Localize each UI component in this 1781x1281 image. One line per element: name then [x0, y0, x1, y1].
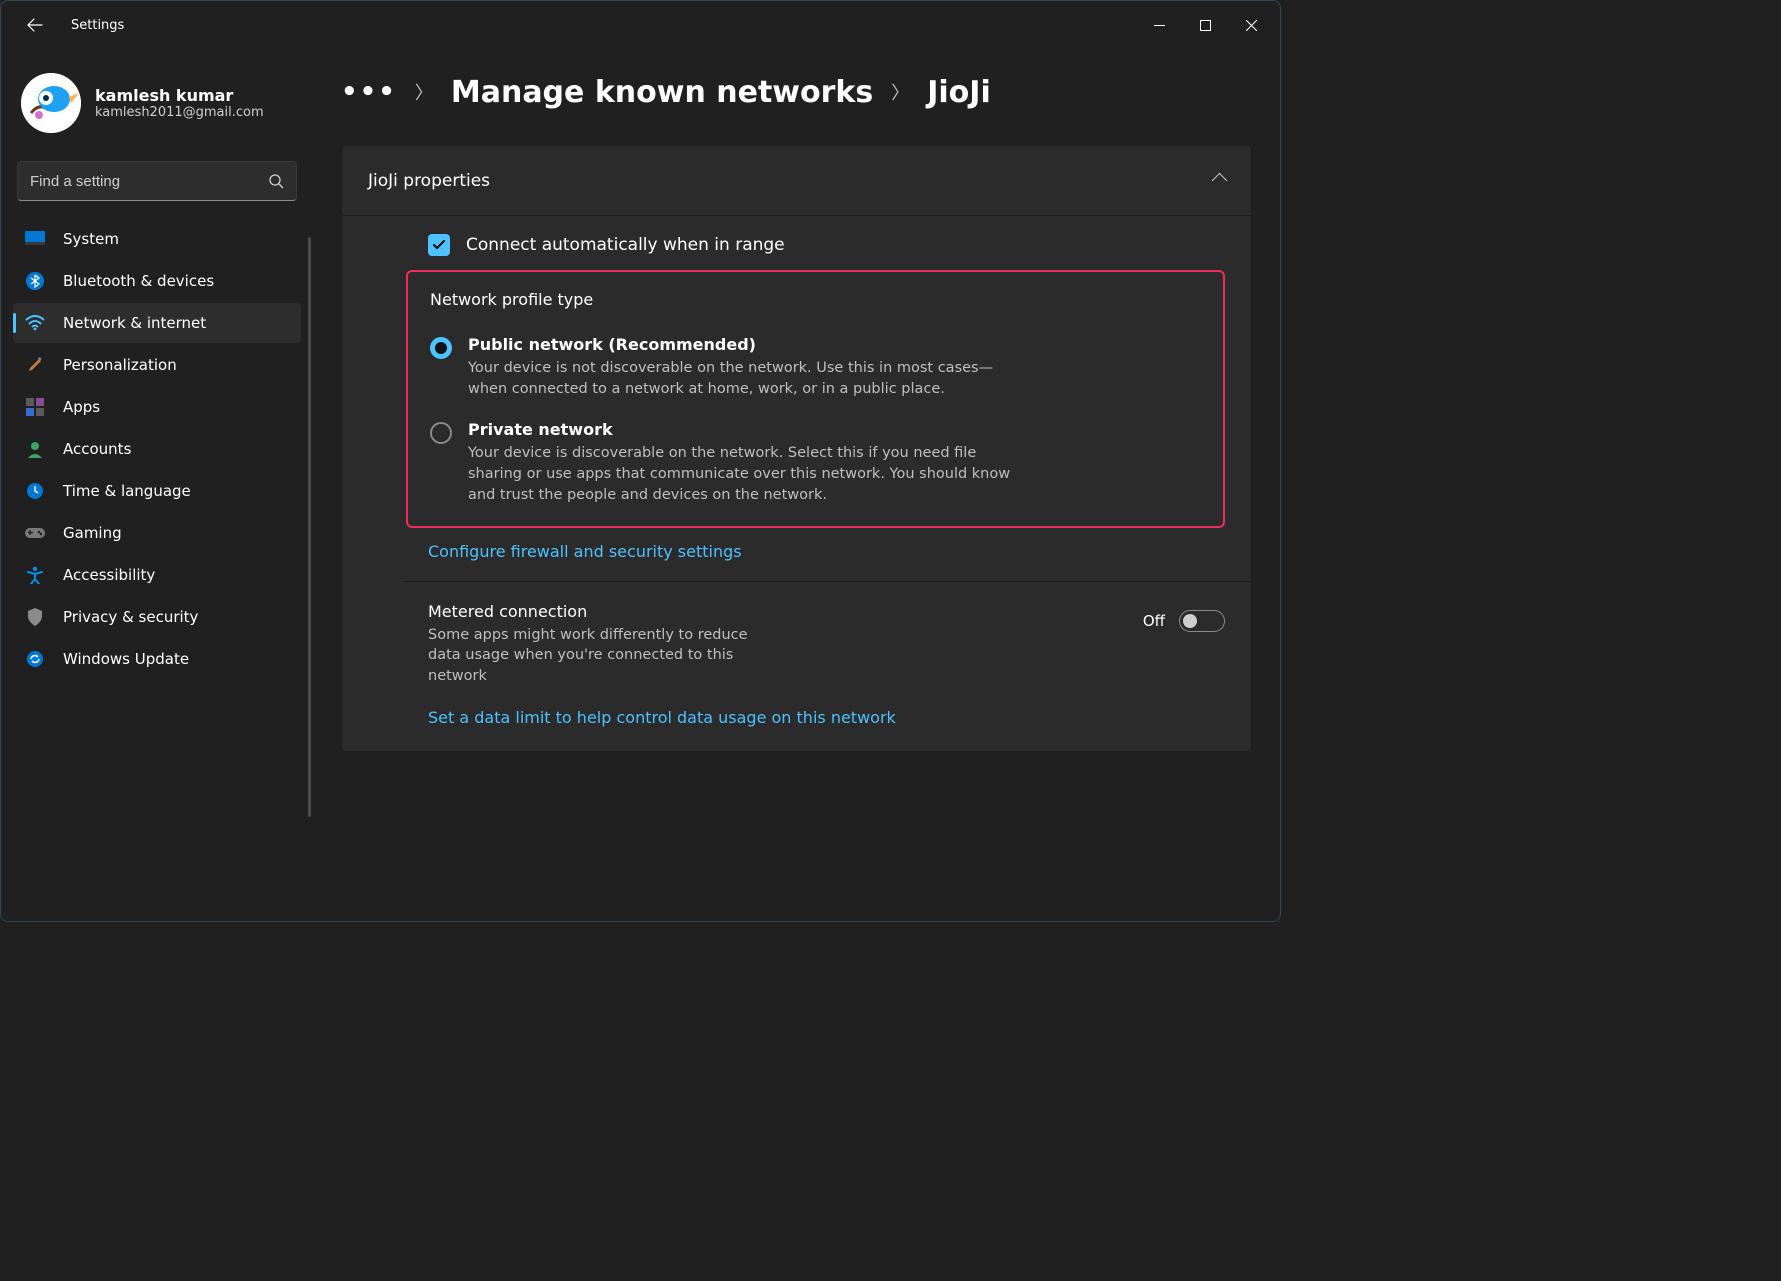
auto-connect-row[interactable]: Connect automatically when in range	[428, 234, 1225, 256]
search-box[interactable]	[17, 161, 297, 201]
close-icon	[1246, 20, 1257, 31]
nav-label: Time & language	[63, 482, 191, 500]
maximize-icon	[1200, 20, 1211, 31]
breadcrumb-more-button[interactable]: •••	[341, 77, 397, 107]
maximize-button[interactable]	[1182, 9, 1228, 41]
back-button[interactable]	[15, 5, 55, 45]
nav-label: Accounts	[63, 440, 131, 458]
public-network-label: Public network (Recommended)	[468, 335, 1028, 354]
nav-gaming[interactable]: Gaming	[13, 513, 301, 553]
check-icon	[432, 238, 446, 252]
nav-label: Privacy & security	[63, 608, 198, 626]
properties-card: JioJi properties Connect automatically w…	[341, 145, 1252, 752]
nav-label: Personalization	[63, 356, 177, 374]
public-network-radio[interactable]	[430, 337, 452, 359]
divider	[402, 581, 1251, 582]
arrow-left-icon	[27, 17, 43, 33]
nav-time-language[interactable]: Time & language	[13, 471, 301, 511]
metered-title: Metered connection	[428, 602, 748, 621]
apps-icon	[25, 397, 45, 417]
metered-row: Metered connection Some apps might work …	[428, 602, 1225, 686]
profile-name: kamlesh kumar	[95, 86, 264, 105]
nav-label: Network & internet	[63, 314, 206, 332]
nav-accounts[interactable]: Accounts	[13, 429, 301, 469]
shield-icon	[25, 607, 45, 627]
card-body: Connect automatically when in range Netw…	[342, 216, 1251, 751]
minimize-icon	[1154, 20, 1165, 31]
nav-label: Windows Update	[63, 650, 189, 668]
close-button[interactable]	[1228, 9, 1274, 41]
profile-block[interactable]: kamlesh kumar kamlesh2011@gmail.com	[13, 61, 301, 151]
app-title: Settings	[71, 18, 124, 33]
accessibility-icon	[25, 565, 45, 585]
update-icon	[25, 649, 45, 669]
network-profile-highlight: Network profile type Public network (Rec…	[406, 270, 1225, 528]
breadcrumb: ••• 〉 Manage known networks 〉 JioJi	[341, 57, 1252, 127]
public-network-option[interactable]: Public network (Recommended) Your device…	[430, 335, 1203, 400]
chevron-right-icon: 〉	[415, 79, 433, 105]
nav-label: Gaming	[63, 524, 122, 542]
display-icon	[25, 229, 45, 249]
nav-accessibility[interactable]: Accessibility	[13, 555, 301, 595]
chevron-right-icon: 〉	[891, 79, 909, 105]
clock-icon	[25, 481, 45, 501]
firewall-settings-link[interactable]: Configure firewall and security settings	[428, 542, 1225, 561]
metered-toggle-group: Off	[1143, 610, 1225, 632]
metered-toggle-label: Off	[1143, 612, 1165, 630]
nav-label: Apps	[63, 398, 100, 416]
auto-connect-checkbox[interactable]	[428, 234, 450, 256]
nav-network[interactable]: Network & internet	[13, 303, 301, 343]
nav-system[interactable]: System	[13, 219, 301, 259]
nav-windows-update[interactable]: Windows Update	[13, 639, 301, 679]
minimize-button[interactable]	[1136, 9, 1182, 41]
sidebar: kamlesh kumar kamlesh2011@gmail.com Syst…	[1, 49, 311, 921]
window-controls	[1136, 9, 1274, 41]
data-limit-link[interactable]: Set a data limit to help control data us…	[428, 708, 1225, 727]
card-title: JioJi properties	[368, 171, 490, 191]
private-network-option[interactable]: Private network Your device is discovera…	[430, 420, 1203, 506]
private-network-label: Private network	[468, 420, 1028, 439]
person-icon	[25, 439, 45, 459]
nav-apps[interactable]: Apps	[13, 387, 301, 427]
nav-label: Bluetooth & devices	[63, 272, 214, 290]
main-content: ••• 〉 Manage known networks 〉 JioJi JioJ…	[311, 49, 1280, 921]
breadcrumb-current: JioJi	[927, 75, 991, 110]
titlebar: Settings	[1, 1, 1280, 49]
gamepad-icon	[25, 523, 45, 543]
auto-connect-label: Connect automatically when in range	[466, 235, 785, 255]
nav-label: System	[63, 230, 119, 248]
search-icon	[268, 173, 284, 189]
nav-personalization[interactable]: Personalization	[13, 345, 301, 385]
private-network-desc: Your device is discoverable on the netwo…	[468, 443, 1028, 506]
search-input[interactable]	[30, 173, 268, 190]
sidebar-scrollbar[interactable]	[308, 237, 311, 817]
avatar	[21, 73, 81, 133]
paintbrush-icon	[25, 355, 45, 375]
metered-desc: Some apps might work differently to redu…	[428, 625, 748, 686]
toggle-knob	[1183, 614, 1197, 628]
network-profile-title: Network profile type	[430, 290, 1203, 309]
card-header[interactable]: JioJi properties	[342, 146, 1251, 216]
public-network-desc: Your device is not discoverable on the n…	[468, 358, 1028, 400]
private-network-radio[interactable]	[430, 422, 452, 444]
nav-privacy[interactable]: Privacy & security	[13, 597, 301, 637]
wifi-icon	[25, 313, 45, 333]
profile-email: kamlesh2011@gmail.com	[95, 105, 264, 120]
bluetooth-icon	[25, 271, 45, 291]
nav-bluetooth[interactable]: Bluetooth & devices	[13, 261, 301, 301]
nav-label: Accessibility	[63, 566, 155, 584]
chevron-up-icon	[1214, 171, 1225, 191]
breadcrumb-parent[interactable]: Manage known networks	[451, 75, 873, 110]
metered-toggle[interactable]	[1179, 610, 1225, 632]
nav: System Bluetooth & devices Network & int…	[13, 219, 301, 679]
